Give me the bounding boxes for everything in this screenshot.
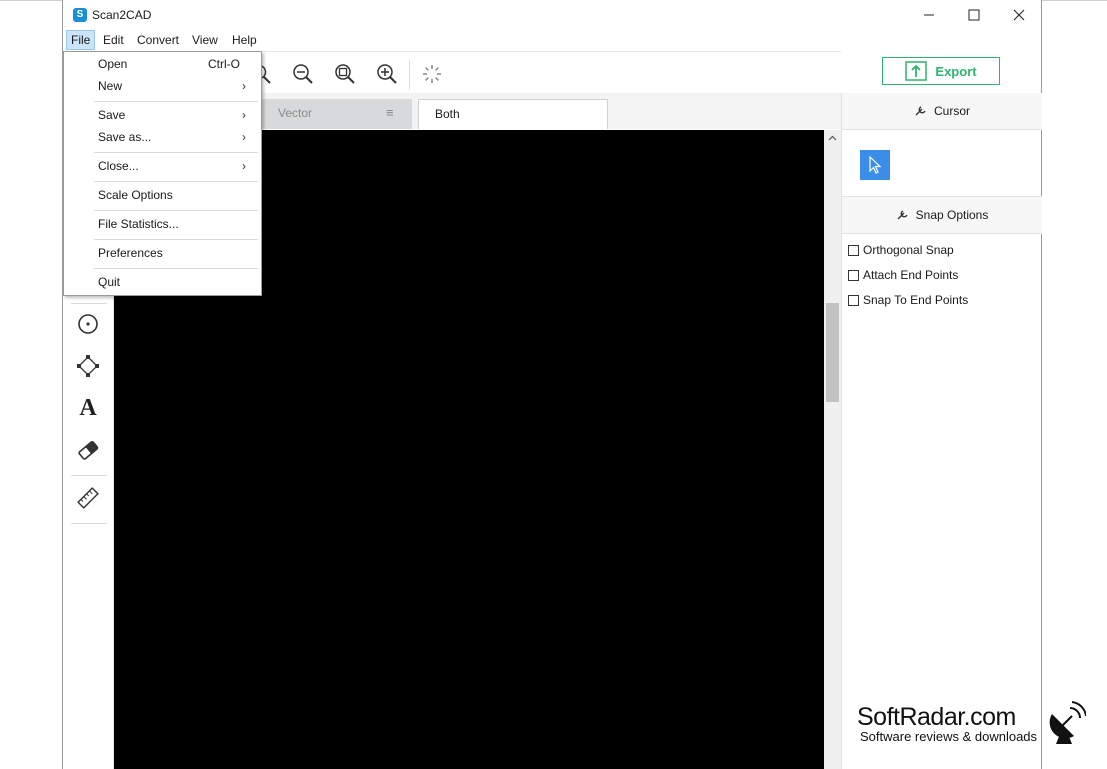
left-toolbar-separator — [71, 303, 107, 304]
eraser-icon[interactable] — [75, 437, 101, 463]
maximize-icon — [968, 9, 980, 21]
tab-vector[interactable]: Vector ≡ — [262, 99, 412, 129]
zoom-in-icon[interactable] — [373, 60, 401, 88]
pointer-icon — [869, 155, 882, 174]
close-icon — [1013, 9, 1025, 21]
zoom-out-icon[interactable] — [289, 60, 317, 88]
menu-bar: File Edit Convert View Help — [63, 30, 1041, 51]
file-menu-quit[interactable]: Quit — [98, 271, 248, 293]
file-menu-save[interactable]: Save — [98, 104, 248, 126]
watermark-subtitle: Software reviews & downloads — [860, 729, 1038, 744]
menu-convert[interactable]: Convert — [133, 30, 183, 50]
scrollbar-thumb[interactable] — [826, 303, 839, 402]
snap-to-end-points-label: Snap To End Points — [863, 293, 969, 307]
maximize-button[interactable] — [951, 0, 997, 30]
canvas-vertical-scrollbar[interactable] — [824, 130, 841, 769]
export-label: Export — [935, 63, 977, 79]
loading-spinner-icon[interactable] — [418, 60, 446, 88]
snap-to-end-points-option[interactable]: Snap To End Points — [848, 291, 968, 309]
menu-separator — [94, 181, 258, 182]
file-menu-file-statistics[interactable]: File Statistics... — [98, 213, 248, 235]
file-menu-new[interactable]: New — [98, 75, 248, 97]
menu-separator — [94, 152, 258, 153]
submenu-arrow-icon: › — [242, 130, 246, 144]
open-shortcut: Ctrl-O — [208, 57, 240, 71]
zoom-fit-icon[interactable] — [331, 60, 359, 88]
snap-options-label: Snap Options — [915, 208, 989, 222]
snap-options-header: Snap Options — [842, 196, 1042, 234]
wrench-icon — [897, 210, 908, 220]
submenu-arrow-icon: › — [242, 159, 246, 173]
window-title: Scan2CAD — [92, 8, 152, 22]
tab-menu-icon[interactable]: ≡ — [386, 99, 394, 127]
export-button[interactable]: Export — [882, 57, 1000, 85]
menu-edit[interactable]: Edit — [99, 30, 128, 50]
menu-separator — [94, 101, 258, 102]
tab-vector-label: Vector — [278, 106, 313, 120]
satellite-dish-icon — [1049, 701, 1086, 744]
circle-tool-icon[interactable] — [75, 311, 101, 337]
attach-end-points-label: Attach End Points — [863, 268, 959, 282]
menu-file[interactable]: File — [66, 30, 96, 50]
text-tool-icon[interactable]: A — [75, 395, 101, 421]
submenu-arrow-icon: › — [242, 108, 246, 122]
file-menu-save-as[interactable]: Save as... — [98, 126, 248, 148]
file-menu-preferences[interactable]: Preferences — [98, 242, 248, 264]
export-icon — [905, 61, 928, 81]
toolbar-separator — [409, 60, 410, 90]
menu-separator — [94, 210, 258, 211]
orthogonal-snap-label: Orthogonal Snap — [863, 243, 954, 257]
menu-separator — [94, 239, 258, 240]
select-nodes-icon[interactable] — [75, 353, 101, 379]
cursor-tool-button[interactable] — [860, 150, 890, 180]
file-menu-dropdown: Open Ctrl-O New › Save › Save as... › Cl… — [63, 51, 262, 296]
snap-to-end-points-checkbox[interactable] — [848, 294, 859, 306]
left-toolbar-separator — [71, 523, 107, 524]
orthogonal-snap-checkbox[interactable] — [848, 244, 859, 256]
properties-panel: Cursor Snap Options Orthogonal Snap Atta… — [841, 93, 1042, 769]
minimize-button[interactable] — [906, 0, 952, 30]
close-button[interactable] — [996, 0, 1042, 30]
submenu-arrow-icon: › — [242, 79, 246, 93]
attach-end-points-checkbox[interactable] — [848, 269, 859, 281]
attach-end-points-option[interactable]: Attach End Points — [848, 266, 958, 284]
title-bar: S Scan2CAD — [63, 0, 1041, 30]
left-toolbar-separator — [71, 475, 107, 476]
orthogonal-snap-option[interactable]: Orthogonal Snap — [848, 241, 954, 259]
file-menu-scale-options[interactable]: Scale Options — [98, 184, 248, 206]
menu-separator — [94, 268, 258, 269]
minimize-icon — [924, 14, 934, 16]
tab-both-label: Both — [435, 107, 460, 121]
watermark-title: SoftRadar.com — [857, 703, 1016, 731]
tab-both[interactable]: Both — [418, 99, 608, 129]
app-logo-icon: S — [73, 8, 87, 22]
menu-view[interactable]: View — [188, 30, 222, 50]
cursor-header-label: Cursor — [933, 104, 970, 118]
cursor-header: Cursor — [842, 93, 1042, 130]
scroll-up-icon — [828, 135, 837, 141]
ruler-icon[interactable] — [75, 485, 101, 511]
wrench-icon — [915, 106, 926, 116]
file-menu-close[interactable]: Close... — [98, 155, 248, 177]
menu-help[interactable]: Help — [228, 30, 261, 50]
